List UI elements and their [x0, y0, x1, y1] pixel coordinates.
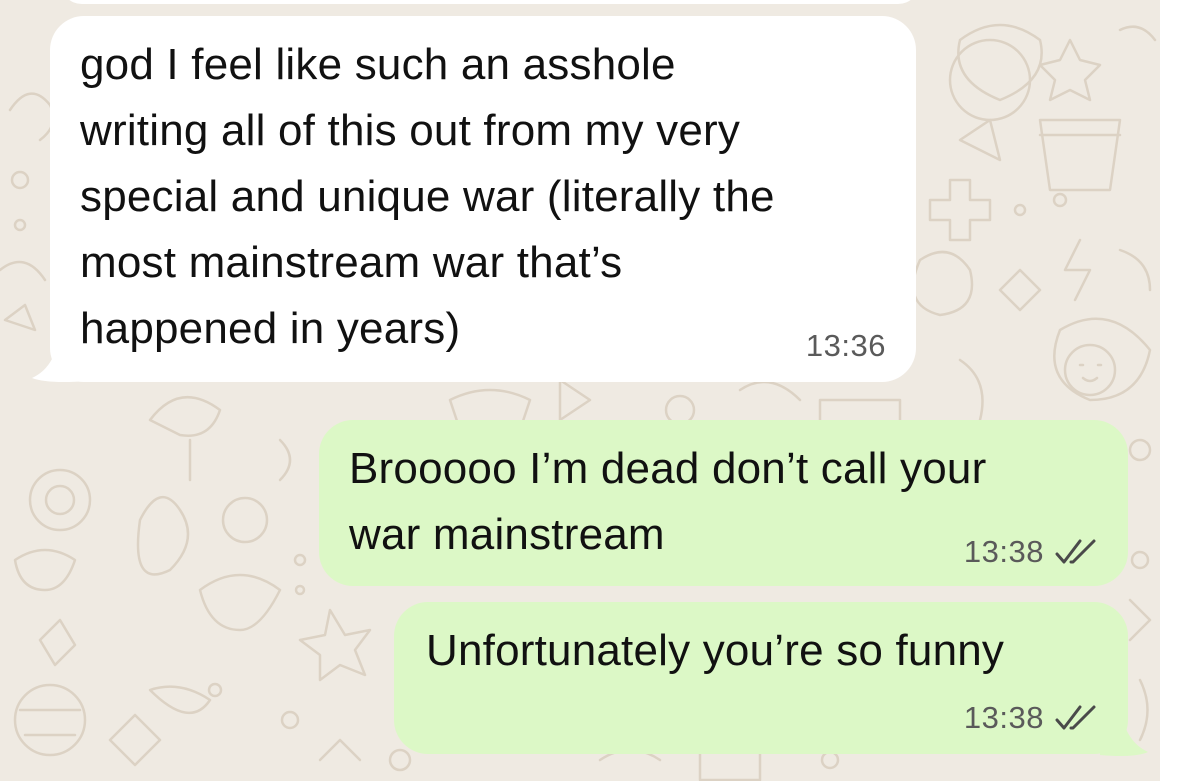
message-timestamp: 13:38: [963, 700, 1044, 735]
message-timestamp: 13:36: [805, 328, 886, 363]
double-check-icon: [1055, 539, 1096, 564]
outgoing-message-bubble[interactable]: Unfortunately you’re so funny 13:38: [394, 602, 1128, 754]
incoming-message-text: god I feel like such an asshole writing …: [80, 40, 775, 353]
incoming-message-bubble[interactable]: god I feel like such an asshole writing …: [50, 16, 916, 382]
double-check-icon: [1055, 705, 1096, 730]
previous-message-bubble: [60, 0, 920, 4]
outgoing-message-text: Unfortunately you’re so funny: [426, 626, 1005, 675]
chat-area[interactable]: god I feel like such an asshole writing …: [0, 0, 1160, 781]
outgoing-message-bubble[interactable]: Brooooo I’m dead don’t call your war mai…: [319, 420, 1128, 586]
message-timestamp: 13:38: [963, 534, 1044, 569]
